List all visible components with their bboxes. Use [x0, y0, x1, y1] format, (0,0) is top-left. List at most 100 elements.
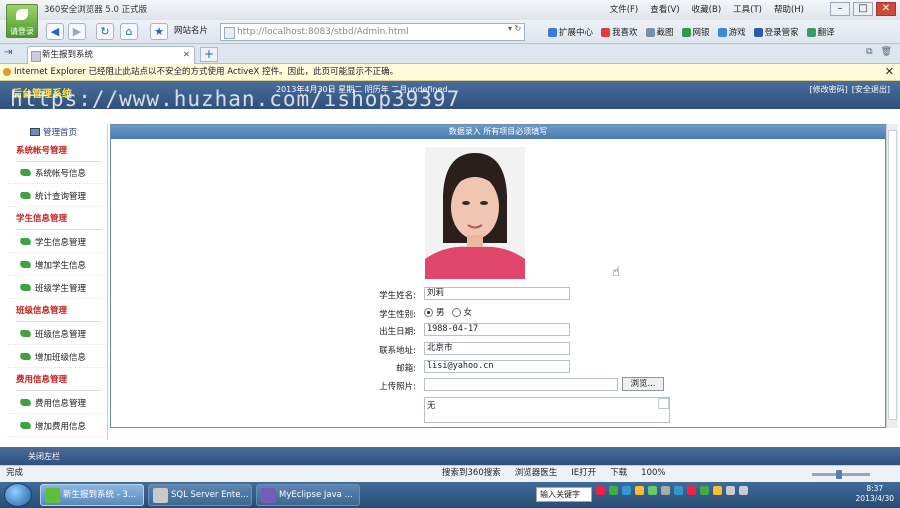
- star-icon[interactable]: ★: [150, 23, 168, 40]
- leaf-icon: [19, 353, 32, 360]
- close-window-button[interactable]: ✕: [876, 2, 896, 16]
- email-input[interactable]: lisi@yahoo.cn: [424, 360, 570, 373]
- task-myeclipse[interactable]: MyEclipse Java ...: [256, 484, 360, 506]
- tray-icon[interactable]: [635, 486, 644, 495]
- translate-button[interactable]: 翻译: [806, 26, 835, 38]
- form-header: 数据录入 所有项目必须填写: [111, 125, 885, 139]
- tray-icon[interactable]: [661, 486, 670, 495]
- zoom-level[interactable]: 100%: [641, 466, 665, 481]
- tray-icon[interactable]: [674, 486, 683, 495]
- extensions-button[interactable]: 扩展中心: [548, 26, 593, 38]
- gender-female-radio[interactable]: [451, 307, 461, 317]
- tray-icon[interactable]: [700, 486, 709, 495]
- sidebar-item-student-manage[interactable]: 学生信息管理: [8, 231, 106, 253]
- home-icon[interactable]: ⌂: [120, 23, 138, 40]
- close-infobar-icon[interactable]: ✕: [885, 64, 894, 80]
- sidebar-item-add-class[interactable]: 增加班级信息: [8, 346, 106, 368]
- sidebar-group-classes[interactable]: 班级信息管理: [16, 304, 102, 322]
- favorites-label[interactable]: 网站名片: [174, 23, 218, 40]
- screenshot-button[interactable]: 截图: [645, 26, 674, 38]
- task-sqlserver[interactable]: SQL Server Ente...: [148, 484, 252, 506]
- sidebar-item-fee-manage[interactable]: 费用信息管理: [8, 392, 106, 414]
- sidebar-home-label: 管理首页: [43, 128, 78, 138]
- logout-link[interactable]: [安全退出]: [852, 84, 890, 95]
- address-bar[interactable]: http://localhost:8083/stbd/Admin.html: [220, 23, 525, 41]
- birth-input[interactable]: 1988-04-17: [424, 323, 570, 336]
- sidebar-group-accounts[interactable]: 系统帐号管理: [16, 144, 102, 162]
- tray-icon[interactable]: [596, 486, 605, 495]
- browser-titlebar: 360安全浏览器 5.0 正式版 文件(F) 查看(V) 收藏(B) 工具(T)…: [0, 0, 900, 20]
- volume-icon[interactable]: [726, 486, 735, 495]
- photo-file-input[interactable]: [424, 378, 618, 391]
- clock[interactable]: 8:37 2013/4/30: [856, 484, 894, 504]
- games-button[interactable]: 游戏: [717, 26, 746, 38]
- sidebar-item-account-info[interactable]: 系统帐号信息: [8, 162, 106, 184]
- open-in-ie-button[interactable]: IE打开: [571, 466, 596, 481]
- password-manager-button[interactable]: 登录管家: [753, 26, 799, 38]
- sidebar-toggle-icon[interactable]: ⇥: [4, 47, 20, 61]
- email-label: 邮箱:: [396, 364, 416, 374]
- leaf-icon: [19, 330, 32, 337]
- search-360-button[interactable]: 搜索到360搜索: [442, 466, 501, 481]
- tab-bar-tools: ⧉ 🗑: [866, 47, 892, 57]
- browser-menubar: 文件(F) 查看(V) 收藏(B) 工具(T) 帮助(H): [610, 3, 804, 15]
- menu-view[interactable]: 查看(V): [650, 3, 679, 15]
- close-tab-icon[interactable]: ✕: [183, 47, 190, 64]
- tab-active[interactable]: 新生报到系统 ✕: [27, 46, 195, 64]
- menu-tools[interactable]: 工具(T): [733, 3, 762, 15]
- textarea-scroll[interactable]: [658, 398, 669, 409]
- menu-favorites[interactable]: 收藏(B): [692, 3, 721, 15]
- ime-search-input[interactable]: 输入关键字: [536, 487, 592, 502]
- tab-bar: ⇥ 新生报到系统 ✕ + ⧉ 🗑: [0, 44, 900, 64]
- gender-radio-group: 男 女: [424, 306, 472, 318]
- system-tray: [596, 486, 748, 495]
- sidebar-item-add-fee[interactable]: 增加费用信息: [8, 415, 106, 437]
- back-arrow-icon[interactable]: ◀: [46, 23, 64, 40]
- sidebar-item-stats[interactable]: 统计查询管理: [8, 185, 106, 207]
- task-browser[interactable]: 新生报到系统 - 3...: [40, 484, 144, 506]
- restore-tabs-icon[interactable]: ⧉: [866, 47, 872, 57]
- sidebar-item-class-manage[interactable]: 班级信息管理: [8, 323, 106, 345]
- zoom-slider-handle[interactable]: [836, 470, 842, 479]
- tray-icon[interactable]: [622, 486, 631, 495]
- sidebar-item-add-student[interactable]: 增加学生信息: [8, 254, 106, 276]
- activex-infobar[interactable]: Internet Explorer 已经阻止此站点以不安全的方式使用 Activ…: [0, 64, 900, 81]
- minimize-button[interactable]: –: [830, 2, 850, 16]
- watermark: https://www.huzhan.com/ishop39397: [10, 87, 461, 111]
- bank-button[interactable]: 网银: [681, 26, 710, 38]
- tray-icon[interactable]: [648, 486, 657, 495]
- sidebar-group-fees[interactable]: 费用信息管理: [16, 373, 102, 391]
- browser-doctor-button[interactable]: 浏览器医生: [515, 466, 558, 481]
- address-dropdown-icon[interactable]: ▾ ↻: [508, 24, 521, 33]
- translate-icon: [806, 27, 816, 37]
- status-text: 完成: [6, 468, 24, 478]
- browse-button[interactable]: 浏览...: [622, 377, 664, 391]
- menu-file[interactable]: 文件(F): [610, 3, 639, 15]
- download-button[interactable]: 下载: [610, 466, 627, 481]
- network-icon[interactable]: [739, 486, 748, 495]
- trash-icon[interactable]: 🗑: [881, 47, 892, 57]
- refresh-icon[interactable]: ↻: [96, 23, 114, 40]
- forward-arrow-icon[interactable]: ▶: [68, 23, 86, 40]
- like-button[interactable]: 我喜欢: [601, 26, 638, 38]
- start-button[interactable]: [4, 483, 32, 507]
- sidebar-home[interactable]: 管理首页: [30, 126, 77, 138]
- close-left-panel[interactable]: 关闭左栏: [28, 451, 60, 462]
- sidebar-item-class-students[interactable]: 班级学生管理: [8, 277, 106, 299]
- tray-icon[interactable]: [713, 486, 722, 495]
- scissors-icon: [645, 27, 655, 37]
- remark-textarea[interactable]: 无: [424, 397, 670, 423]
- sidebar-group-students[interactable]: 学生信息管理: [16, 212, 102, 230]
- maximize-button[interactable]: □: [853, 2, 873, 16]
- page-scrollbar[interactable]: [886, 124, 898, 428]
- name-input[interactable]: 刘莉: [424, 287, 570, 300]
- change-password-link[interactable]: [修改密码]: [810, 84, 848, 95]
- address-input[interactable]: 北京市: [424, 342, 570, 355]
- gender-male-radio[interactable]: [424, 307, 433, 317]
- heart-icon: [601, 27, 611, 37]
- tray-icon[interactable]: [687, 486, 696, 495]
- menu-help[interactable]: 帮助(H): [774, 3, 804, 15]
- new-tab-button[interactable]: +: [200, 47, 218, 62]
- tray-icon[interactable]: [609, 486, 618, 495]
- scrollbar-thumb[interactable]: [888, 130, 897, 420]
